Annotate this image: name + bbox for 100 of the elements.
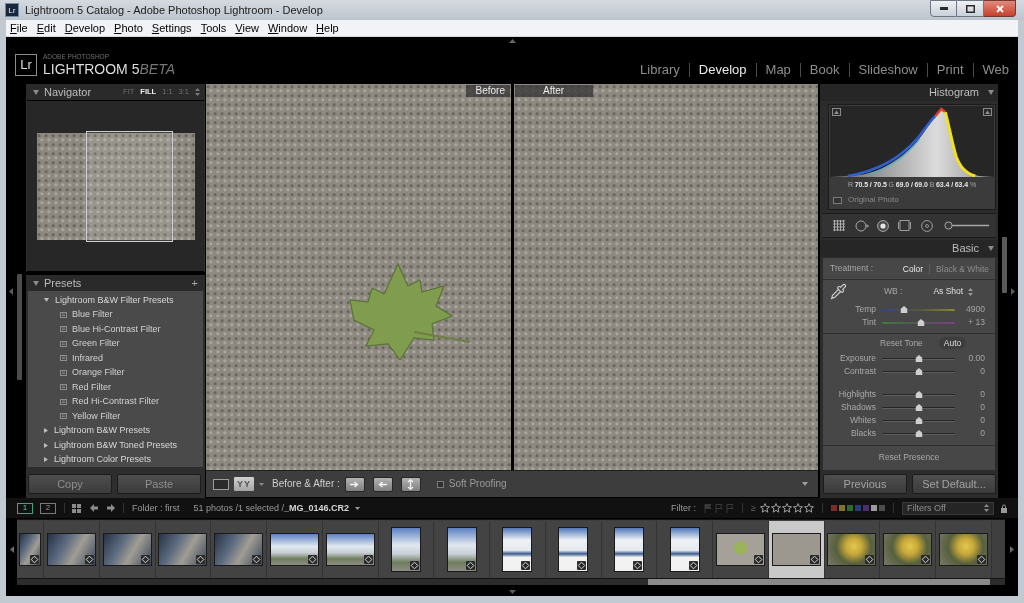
preset-item[interactable]: Red Hi-Contrast Filter — [28, 394, 203, 409]
slider-thumb[interactable] — [915, 368, 922, 375]
star-icon[interactable] — [804, 503, 814, 513]
panel-title[interactable]: Navigator — [44, 86, 92, 98]
filmstrip-cell[interactable] — [434, 520, 490, 578]
menu-item[interactable]: Photo — [114, 22, 143, 34]
preset-item[interactable]: Blue Filter — [28, 307, 203, 322]
scrollbar-thumb[interactable] — [1002, 237, 1007, 293]
slider-thumb[interactable] — [900, 306, 908, 313]
menu-item[interactable]: Help — [316, 22, 339, 34]
slider-thumb[interactable] — [915, 404, 922, 411]
module-tab[interactable]: Develop — [688, 63, 756, 77]
panel-button[interactable]: Previous — [823, 474, 907, 494]
color-label-icon[interactable] — [871, 505, 877, 511]
triangle-right-icon[interactable] — [1010, 287, 1015, 295]
menu-item[interactable]: Edit — [36, 22, 56, 34]
color-label-icon[interactable] — [839, 505, 845, 511]
grid-icon[interactable] — [72, 503, 81, 513]
filmstrip-cell[interactable] — [824, 520, 881, 578]
star-icon[interactable] — [782, 503, 792, 513]
lock-icon[interactable] — [1001, 503, 1007, 513]
caret-icon[interactable] — [355, 506, 361, 510]
filmstrip-cell[interactable] — [768, 520, 825, 578]
panel-button[interactable]: Set Default... — [912, 474, 996, 494]
color-label-icon[interactable] — [831, 505, 837, 511]
slider-knob-icon[interactable] — [944, 221, 989, 230]
add-preset-button[interactable]: + — [191, 277, 198, 289]
rating-filter[interactable] — [760, 503, 814, 513]
filmstrip-cell[interactable] — [378, 520, 435, 578]
filmstrip-cell[interactable] — [44, 520, 100, 578]
triangle-down-icon[interactable] — [508, 590, 516, 594]
filmstrip-cell[interactable] — [322, 520, 379, 578]
module-tab[interactable]: Print — [926, 63, 973, 77]
slider-thumb[interactable] — [915, 391, 922, 398]
maximize-button[interactable] — [957, 0, 984, 17]
preset-item[interactable]: Orange Filter — [28, 365, 203, 380]
triangle-down-icon[interactable] — [44, 298, 49, 303]
filmstrip-cell[interactable] — [155, 520, 212, 578]
auto-button[interactable]: Auto — [938, 337, 967, 349]
treatment-option[interactable]: Color — [902, 263, 930, 274]
triangle-box-icon[interactable] — [983, 108, 992, 116]
module-tab[interactable]: Web — [972, 63, 1018, 77]
rectangle-icon[interactable] — [213, 478, 229, 490]
arrow-button[interactable] — [372, 476, 393, 492]
triangle-down-icon[interactable] — [988, 246, 994, 251]
panel-title[interactable]: Presets — [44, 277, 82, 289]
slider-thumb[interactable] — [915, 355, 922, 362]
preset-item[interactable]: Green Filter — [28, 336, 203, 351]
ring-icon[interactable] — [921, 219, 933, 232]
color-label-icon[interactable] — [879, 505, 885, 511]
module-tab[interactable]: Book — [799, 63, 849, 77]
wb-dropdown[interactable]: As Shot — [933, 287, 974, 296]
arrow-button[interactable] — [344, 476, 365, 492]
preset-item[interactable]: Blue Hi-Contrast Filter — [28, 322, 203, 337]
preset-folder[interactable]: Lightroom Color Presets — [28, 452, 203, 467]
preset-folder[interactable]: Lightroom B&W Filter Presets — [28, 293, 203, 308]
triangle-down-icon[interactable] — [33, 280, 39, 286]
swap-button[interactable] — [400, 476, 421, 492]
preset-item[interactable]: Red Filter — [28, 380, 203, 395]
filmstrip-cell[interactable] — [545, 520, 602, 578]
preset-folder[interactable]: Lightroom B&W Presets — [28, 423, 203, 438]
arrow-left-icon[interactable] — [90, 504, 98, 512]
slider-thumb[interactable] — [917, 319, 925, 326]
source-label[interactable]: Folder : first — [132, 503, 180, 513]
triangle-left-icon[interactable] — [9, 545, 14, 553]
preset-item[interactable]: Yellow Filter — [28, 409, 203, 424]
triangle-left-icon[interactable] — [9, 287, 13, 295]
menu-item[interactable]: File — [10, 22, 28, 34]
module-tab[interactable]: Map — [755, 63, 800, 77]
rectangle-icon[interactable] — [898, 220, 911, 231]
filmstrip-cell[interactable] — [99, 520, 156, 578]
menu-item[interactable]: Settings — [151, 22, 192, 34]
grid-icon[interactable] — [833, 220, 845, 231]
dot-circle-icon[interactable] — [877, 219, 889, 232]
star-icon[interactable] — [760, 503, 770, 513]
triangle-down-icon[interactable] — [33, 89, 39, 95]
caret-icon[interactable] — [802, 482, 808, 486]
filmstrip-cell[interactable] — [601, 520, 658, 578]
triangle-right-icon[interactable] — [1009, 545, 1014, 553]
filmstrip-cell[interactable] — [936, 520, 992, 578]
preset-folder[interactable]: Lightroom B&W Toned Presets — [28, 438, 203, 453]
color-label-icon[interactable] — [847, 505, 853, 511]
display-button[interactable]: 1 — [17, 502, 33, 514]
filmstrip-cell[interactable] — [657, 520, 713, 578]
star-icon[interactable] — [771, 503, 781, 513]
soft-proofing-checkbox[interactable] — [436, 480, 444, 488]
scrollbar-thumb[interactable] — [648, 579, 990, 585]
filmstrip-cell[interactable] — [490, 520, 546, 578]
eyedropper-icon[interactable] — [830, 283, 847, 300]
module-tab[interactable]: Library — [631, 63, 689, 77]
triangle-right-icon[interactable] — [44, 442, 48, 448]
panel-title[interactable]: Histogram — [928, 87, 979, 98]
original-photo-checkbox[interactable] — [833, 196, 842, 204]
filmstrip-cell[interactable] — [713, 520, 769, 578]
triangle-up-icon[interactable] — [508, 39, 516, 43]
preset-item[interactable]: Infrared — [28, 351, 203, 366]
close-button[interactable] — [984, 0, 1016, 17]
filter-preset-dropdown[interactable]: Filters Off — [902, 501, 994, 515]
star-icon[interactable] — [793, 503, 803, 513]
arrow-right-icon[interactable] — [107, 504, 115, 512]
